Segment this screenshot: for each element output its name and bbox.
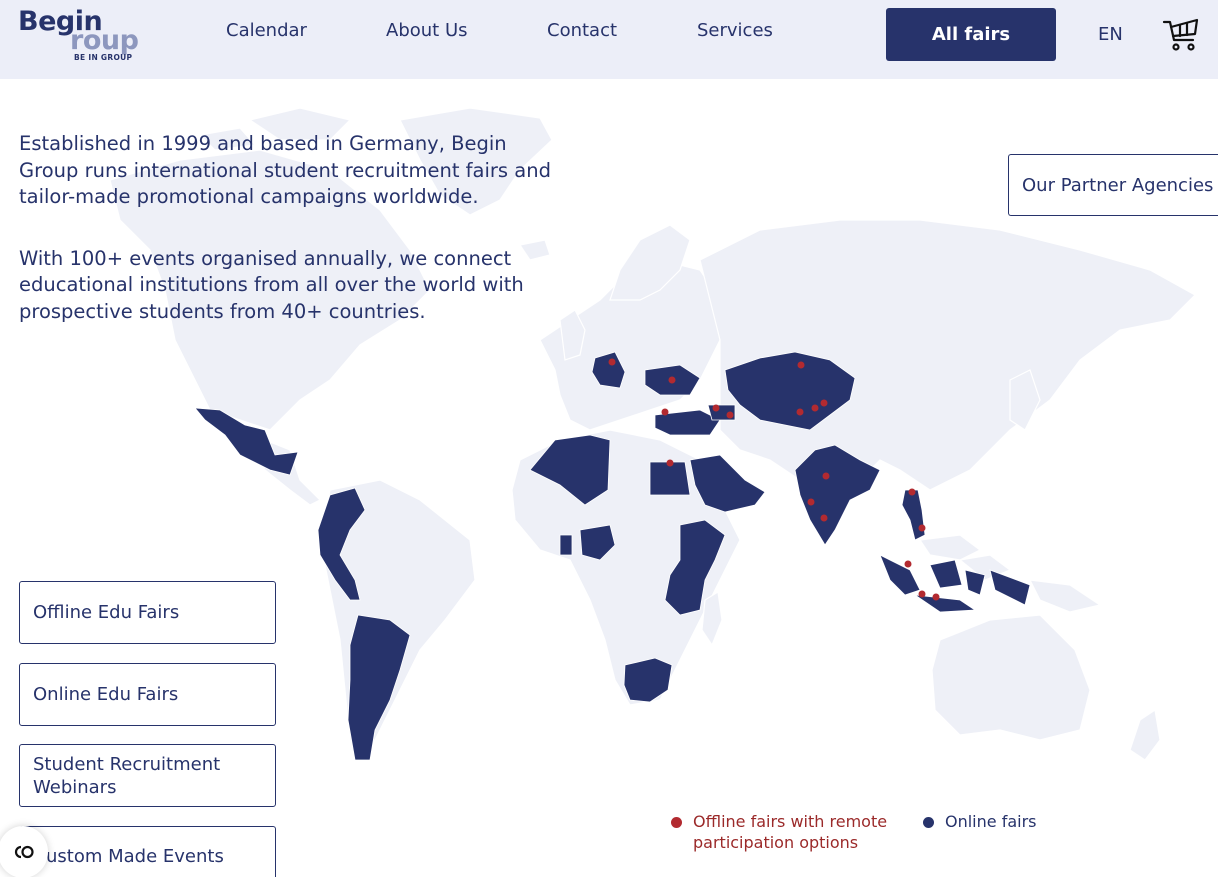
partner-agencies-button[interactable]: Our Partner Agencies xyxy=(1008,154,1218,216)
logo-tagline: BE IN GROUP xyxy=(74,53,133,62)
all-fairs-button[interactable]: All fairs xyxy=(886,8,1056,61)
student-recruitment-webinars-button[interactable]: Student Recruitment Webinars xyxy=(19,744,276,807)
nav-calendar[interactable]: Calendar xyxy=(226,20,307,41)
custom-made-events-label: ustom Made Events xyxy=(46,846,224,867)
legend-online-label: Online fairs xyxy=(945,812,1037,831)
online-edu-fairs-button[interactable]: Online Edu Fairs xyxy=(19,663,276,726)
offline-edu-fairs-label: Offline Edu Fairs xyxy=(33,602,180,623)
nav-contact[interactable]: Contact xyxy=(547,20,617,41)
legend-online-dot xyxy=(923,817,934,828)
intro-paragraph-1: Established in 1999 and based in Germany… xyxy=(19,132,551,208)
cookie-settings-icon[interactable] xyxy=(0,826,48,877)
legend-offline-label: Offline fairs with remote participation … xyxy=(693,812,888,852)
student-recruitment-webinars-label: Student Recruitment Webinars xyxy=(33,753,221,798)
site-header: Begin roup BE IN GROUP Calendar About Us… xyxy=(0,0,1218,79)
shopping-cart-icon[interactable] xyxy=(1162,16,1200,52)
legend-online: Online fairs xyxy=(923,811,1037,832)
language-selector[interactable]: EN xyxy=(1098,24,1123,45)
nav-about-us[interactable]: About Us xyxy=(386,20,468,41)
logo-word-group: roup xyxy=(70,25,139,56)
legend-offline: Offline fairs with remote participation … xyxy=(671,811,893,853)
intro-paragraph-2: With 100+ events organised annually, we … xyxy=(19,246,524,323)
custom-made-events-button[interactable]: ustom Made Events xyxy=(19,826,276,877)
online-edu-fairs-label: Online Edu Fairs xyxy=(33,684,179,705)
begin-group-logo[interactable]: Begin roup BE IN GROUP xyxy=(18,6,148,66)
legend-offline-dot xyxy=(671,817,682,828)
intro-text: Established in 1999 and based in Germany… xyxy=(19,131,559,325)
offline-edu-fairs-button[interactable]: Offline Edu Fairs xyxy=(19,581,276,644)
nav-services[interactable]: Services xyxy=(697,20,773,41)
